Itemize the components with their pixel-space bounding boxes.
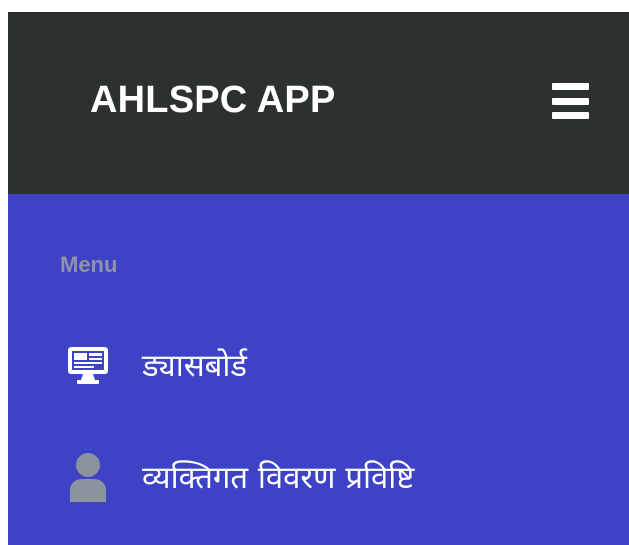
app-title: AHLSPC APP — [90, 78, 336, 121]
hamburger-line — [552, 83, 589, 90]
sidebar: Menu ड्यासबोर्ड व्यक्तिगत विवरण प्रविष्ट… — [8, 194, 629, 545]
hamburger-icon[interactable] — [552, 83, 589, 119]
user-icon — [66, 452, 110, 502]
hamburger-line — [552, 112, 589, 119]
monitor-icon — [66, 340, 110, 390]
sidebar-item-label: व्यक्तिगत विवरण प्रविष्टि — [142, 460, 415, 496]
sidebar-item-personal-details-entry[interactable]: व्यक्तिगत विवरण प्रविष्टि — [66, 452, 414, 502]
hamburger-line — [552, 97, 589, 105]
menu-heading: Menu — [60, 252, 118, 277]
sidebar-item-dashboard[interactable]: ड्यासबोर्ड — [66, 340, 247, 390]
sidebar-item-label: ड्यासबोर्ड — [142, 348, 247, 384]
top-bar: AHLSPC APP — [8, 12, 629, 194]
app-panel: AHLSPC APP Menu ड्यासबोर्ड व्यक्तिगत विव… — [8, 12, 629, 545]
